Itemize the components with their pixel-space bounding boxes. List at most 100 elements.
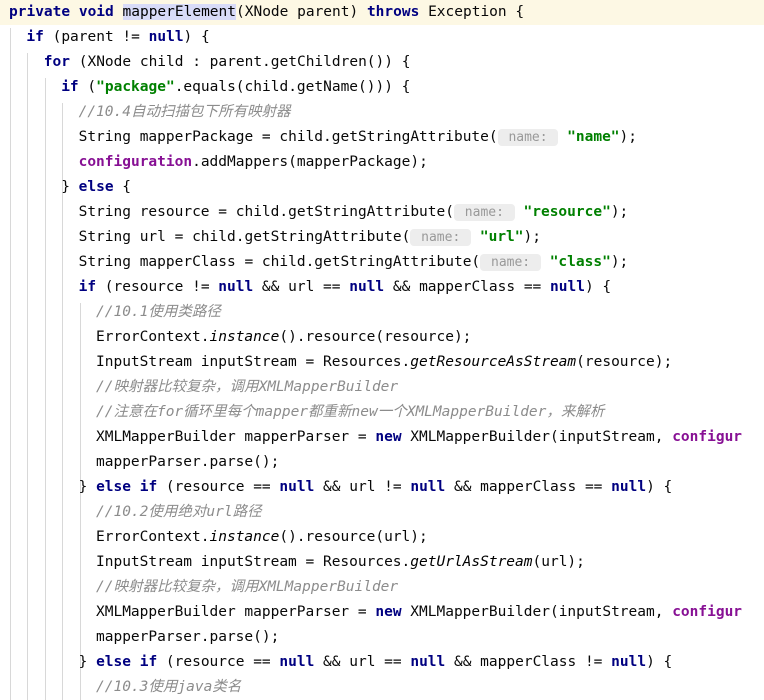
keyword-token: else xyxy=(78,179,114,195)
code-line[interactable]: mapperParser.parse(); xyxy=(0,450,764,475)
keyword-token: void xyxy=(78,4,114,20)
keyword-token: if xyxy=(61,79,79,95)
code-token: ); xyxy=(619,129,638,145)
code-token: getUrlAsStream xyxy=(410,554,533,570)
code-token: (resource != xyxy=(96,279,219,295)
keyword-token: private xyxy=(9,4,71,20)
code-token: ); xyxy=(610,204,629,220)
code-token: (XNode parent) xyxy=(236,4,367,20)
code-token: String mapperClass = child.getStringAttr… xyxy=(78,254,481,270)
code-token: Exception { xyxy=(419,4,525,20)
keyword-token: for xyxy=(43,54,70,70)
code-line[interactable]: String mapperClass = child.getStringAttr… xyxy=(0,250,764,275)
code-token: ); xyxy=(523,229,541,245)
highlighted-identifier: mapperElement xyxy=(122,4,236,20)
code-line[interactable]: private void mapperElement(XNode parent)… xyxy=(0,0,764,25)
code-line[interactable]: } else if (resource == null && url == nu… xyxy=(0,650,764,675)
code-token: ( xyxy=(78,79,97,95)
code-token: .equals(child.getName())) { xyxy=(174,79,411,95)
code-line[interactable]: if (resource != null && url == null && m… xyxy=(0,275,764,300)
parameter-hint: name: xyxy=(453,204,515,221)
code-content[interactable]: private void mapperElement(XNode parent)… xyxy=(0,0,764,700)
keyword-token: null xyxy=(550,279,585,295)
code-line[interactable]: InputStream inputStream = Resources.getR… xyxy=(0,350,764,375)
code-token: ().resource(url); xyxy=(279,529,428,545)
keyword-token: null xyxy=(410,654,446,670)
code-token: XMLMapperBuilder(inputStream, xyxy=(401,604,673,620)
field-token: configur xyxy=(672,604,743,620)
parameter-hint: name: xyxy=(480,254,541,271)
code-token: ) { xyxy=(646,479,673,495)
code-line[interactable]: XMLMapperBuilder mapperParser = new XMLM… xyxy=(0,425,764,450)
code-line[interactable]: } else { xyxy=(0,175,764,200)
keyword-token: null xyxy=(410,479,446,495)
code-line[interactable]: for (XNode child : parent.getChildren())… xyxy=(0,50,764,75)
keyword-token: null xyxy=(279,654,315,670)
code-line[interactable]: ErrorContext.instance().resource(resourc… xyxy=(0,325,764,350)
code-token: (resource == xyxy=(157,654,280,670)
code-token: ().resource(resource); xyxy=(279,329,472,345)
code-comment: //映射器比较复杂，调用XMLMapperBuilder xyxy=(96,579,399,595)
code-line[interactable]: ErrorContext.instance().resource(url); xyxy=(0,525,764,550)
code-token: && url == xyxy=(253,279,350,295)
parameter-hint: name: xyxy=(410,229,472,246)
code-line[interactable]: //注意在for循环里每个mapper都重新new一个XMLMapperBuil… xyxy=(0,400,764,425)
code-line[interactable]: mapperParser.parse(); xyxy=(0,625,764,650)
code-line[interactable]: String mapperPackage = child.getStringAt… xyxy=(0,125,764,150)
code-token: ErrorContext. xyxy=(96,329,210,345)
code-line[interactable]: //10.2使用绝对url路径 xyxy=(0,500,764,525)
code-line[interactable]: XMLMapperBuilder mapperParser = new XMLM… xyxy=(0,600,764,625)
code-comment: //10.2使用绝对url路径 xyxy=(96,504,262,520)
code-line[interactable]: //映射器比较复杂，调用XMLMapperBuilder xyxy=(0,375,764,400)
code-token: ) { xyxy=(183,29,210,45)
code-token: mapperParser.parse(); xyxy=(96,454,280,470)
code-comment: //10.3使用java类名 xyxy=(96,679,242,695)
code-token: (XNode child : parent.getChildren()) { xyxy=(70,54,411,70)
field-token: configuration xyxy=(78,154,193,170)
code-token: (parent != xyxy=(43,29,149,45)
code-line[interactable]: InputStream inputStream = Resources.getU… xyxy=(0,550,764,575)
code-comment: //注意在for循环里每个mapper都重新new一个XMLMapperBuil… xyxy=(96,404,605,420)
keyword-token: null xyxy=(148,29,184,45)
code-token: ) { xyxy=(584,279,612,295)
code-token: } xyxy=(78,479,97,495)
code-line[interactable]: if ("package".equals(child.getName())) { xyxy=(0,75,764,100)
keyword-token: null xyxy=(611,654,647,670)
code-line[interactable]: if (parent != null) { xyxy=(0,25,764,50)
code-line[interactable]: configuration.addMappers(mapperPackage); xyxy=(0,150,764,175)
code-line[interactable]: //10.1使用类路径 xyxy=(0,300,764,325)
keyword-token: null xyxy=(349,279,385,295)
code-token: } xyxy=(78,654,97,670)
code-token: XMLMapperBuilder(inputStream, xyxy=(401,429,673,445)
keyword-token: else if xyxy=(96,654,158,670)
code-comment: //10.4自动扫描包下所有映射器 xyxy=(78,104,291,120)
code-token: .addMappers(mapperPackage); xyxy=(192,154,428,170)
code-line[interactable]: String resource = child.getStringAttribu… xyxy=(0,200,764,225)
parameter-hint: name: xyxy=(497,129,559,146)
keyword-token: null xyxy=(279,479,315,495)
code-line[interactable]: } else if (resource == null && url != nu… xyxy=(0,475,764,500)
code-line[interactable]: String url = child.getStringAttribute( n… xyxy=(0,225,764,250)
code-token: InputStream inputStream = Resources. xyxy=(96,354,411,370)
code-line[interactable]: //映射器比较复杂，调用XMLMapperBuilder xyxy=(0,575,764,600)
code-token: XMLMapperBuilder mapperParser = xyxy=(96,429,376,445)
code-line[interactable]: //10.3使用java类名 xyxy=(0,675,764,700)
keyword-token: else if xyxy=(96,479,158,495)
code-token: String url = child.getStringAttribute( xyxy=(78,229,411,245)
code-token: (resource == xyxy=(157,479,280,495)
code-token: && mapperClass == xyxy=(384,279,551,295)
code-token: getResourceAsStream xyxy=(410,354,577,370)
string-literal: "name" xyxy=(567,129,620,145)
field-token: configur xyxy=(672,429,743,445)
code-editor[interactable]: private void mapperElement(XNode parent)… xyxy=(0,0,764,700)
code-token: && mapperClass == xyxy=(445,479,612,495)
code-line[interactable]: //10.4自动扫描包下所有映射器 xyxy=(0,100,764,125)
code-token: mapperParser.parse(); xyxy=(96,629,280,645)
code-token: (resource); xyxy=(576,354,673,370)
code-token: XMLMapperBuilder mapperParser = xyxy=(96,604,376,620)
code-token: { xyxy=(113,179,132,195)
string-literal: "class" xyxy=(549,254,611,270)
